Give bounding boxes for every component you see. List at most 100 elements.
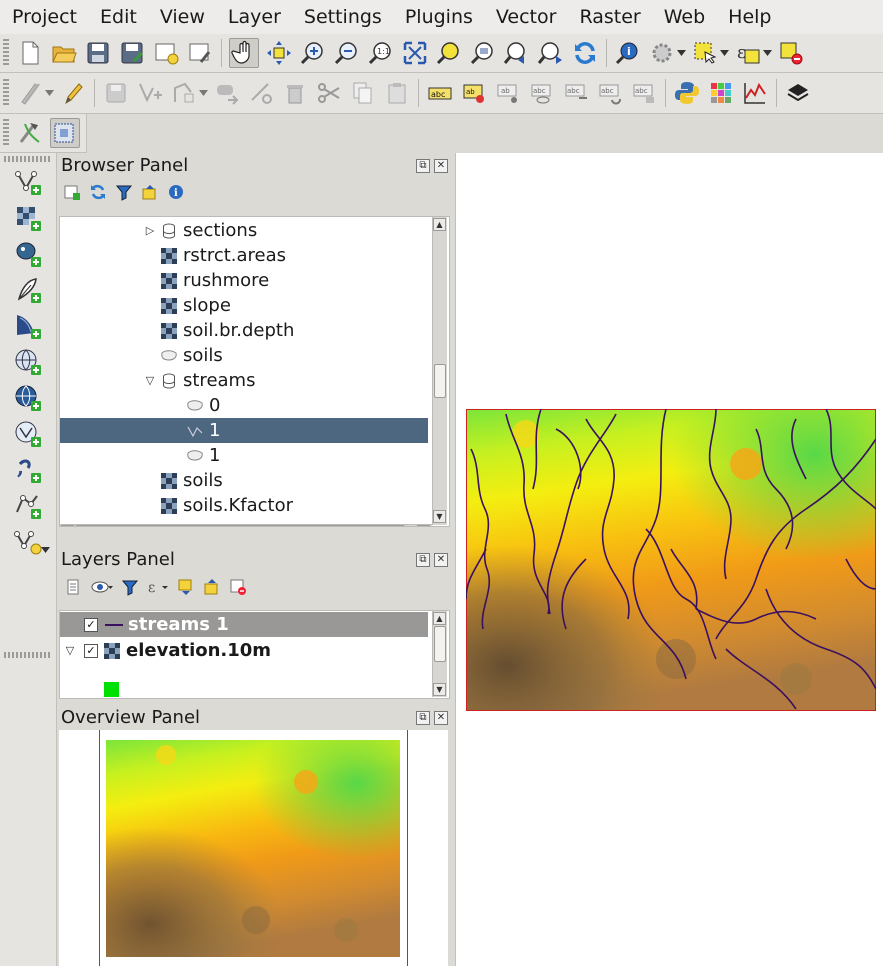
- menu-view[interactable]: View: [148, 0, 216, 34]
- pin-labels-icon[interactable]: ab: [494, 79, 522, 107]
- scroll-up-button[interactable]: ▲: [433, 612, 446, 625]
- node-edit-icon[interactable]: [247, 79, 275, 107]
- browser-item[interactable]: 0: [60, 393, 428, 418]
- move-feature-icon[interactable]: [213, 79, 241, 107]
- browser-item[interactable]: 1: [60, 418, 428, 443]
- run-feature-action-icon[interactable]: [648, 39, 676, 67]
- save-edits-icon[interactable]: [102, 79, 130, 107]
- grass-region-icon[interactable]: [50, 118, 80, 148]
- open-layer-styling-icon[interactable]: [65, 578, 83, 600]
- identify-features-icon[interactable]: i: [614, 39, 642, 67]
- chevron-down-icon[interactable]: [45, 79, 54, 107]
- layer-row-elevation[interactable]: ▽ ✓ elevation.10m: [60, 638, 428, 663]
- expand-all-icon[interactable]: [177, 578, 195, 600]
- vertex-tool-icon[interactable]: [170, 79, 198, 107]
- toggle-editing-icon[interactable]: [59, 79, 87, 107]
- menu-vector[interactable]: Vector: [484, 0, 568, 34]
- browser-item[interactable]: soil.br.depth: [60, 318, 428, 343]
- new-shapefile-layer-icon[interactable]: [11, 525, 45, 559]
- collapse-all-icon[interactable]: [141, 183, 159, 205]
- show-hide-labels-icon[interactable]: abc: [528, 79, 556, 107]
- layout-manager-icon[interactable]: [186, 39, 214, 67]
- zoom-out-icon[interactable]: [333, 39, 361, 67]
- filter-icon[interactable]: [115, 183, 133, 205]
- toolbar-grip[interactable]: [3, 79, 9, 107]
- chevron-down-icon[interactable]: [199, 79, 208, 107]
- pan-to-selection-icon[interactable]: [265, 39, 293, 67]
- scroll-up-button[interactable]: ▲: [433, 218, 446, 231]
- browser-item[interactable]: 1: [60, 443, 428, 468]
- add-wcs-layer-icon[interactable]: [11, 381, 45, 415]
- add-delimited-text-layer-icon[interactable]: ,: [11, 453, 45, 487]
- zoom-next-icon[interactable]: [537, 39, 565, 67]
- overview-map[interactable]: [59, 730, 448, 966]
- toolbar-grip[interactable]: [3, 39, 9, 67]
- filter-legend-icon[interactable]: [121, 578, 139, 600]
- change-label-icon[interactable]: abc: [630, 79, 658, 107]
- browser-item[interactable]: soils.Kfactor: [60, 493, 428, 518]
- browser-item[interactable]: ▽ streams: [60, 368, 428, 393]
- scroll-thumb[interactable]: [75, 525, 405, 526]
- scroll-right-button[interactable]: ▶: [417, 525, 430, 526]
- new-project-icon[interactable]: [16, 39, 44, 67]
- new-print-layout-icon[interactable]: [152, 39, 180, 67]
- zoom-native-resolution-icon[interactable]: 1:1: [367, 39, 395, 67]
- toolbar-grip[interactable]: [4, 156, 52, 162]
- add-spatialite-layer-icon[interactable]: [11, 273, 45, 307]
- scroll-thumb[interactable]: [434, 364, 446, 398]
- float-panel-button[interactable]: ⧉: [416, 159, 430, 173]
- select-features-icon[interactable]: [691, 39, 719, 67]
- delete-selected-icon[interactable]: [281, 79, 309, 107]
- menu-settings[interactable]: Settings: [292, 0, 393, 34]
- zoom-full-icon[interactable]: [401, 39, 429, 67]
- menu-raster[interactable]: Raster: [567, 0, 651, 34]
- layer-visibility-checkbox[interactable]: ✓: [84, 617, 98, 632]
- select-by-expression-icon[interactable]: ε: [734, 39, 762, 67]
- add-postgis-layer-icon[interactable]: [11, 237, 45, 271]
- menu-plugins[interactable]: Plugins: [393, 0, 484, 34]
- scroll-down-button[interactable]: ▼: [433, 510, 446, 523]
- chevron-down-icon[interactable]: [763, 39, 772, 67]
- grass-tools-icon[interactable]: [16, 119, 44, 147]
- deselect-features-icon[interactable]: [777, 39, 805, 67]
- close-panel-button[interactable]: ✕: [434, 553, 448, 567]
- menu-project[interactable]: Project: [0, 0, 88, 34]
- browser-horizontal-scrollbar[interactable]: ◀ ▶: [60, 524, 432, 526]
- manage-map-themes-icon[interactable]: [91, 578, 113, 600]
- add-selected-layers-icon[interactable]: [63, 183, 81, 205]
- diagram-options-icon[interactable]: ab: [460, 79, 488, 107]
- add-line-feature-icon[interactable]: [136, 79, 164, 107]
- browser-item[interactable]: rushmore: [60, 268, 428, 293]
- chevron-right-icon[interactable]: ▷: [144, 224, 156, 237]
- add-wfs-layer-icon[interactable]: [11, 417, 45, 451]
- python-console-icon[interactable]: [673, 79, 701, 107]
- menu-help[interactable]: Help: [716, 0, 782, 34]
- cut-features-icon[interactable]: [315, 79, 343, 107]
- browser-item[interactable]: soils: [60, 468, 428, 493]
- pan-map-icon[interactable]: [229, 38, 259, 68]
- refresh-icon[interactable]: [571, 39, 599, 67]
- float-panel-button[interactable]: ⧉: [416, 711, 430, 725]
- add-vector-layer-icon[interactable]: [11, 165, 45, 199]
- scroll-left-button[interactable]: ◀: [61, 525, 74, 526]
- profile-plot-icon[interactable]: [741, 79, 769, 107]
- zoom-to-selection-icon[interactable]: [435, 39, 463, 67]
- zoom-in-icon[interactable]: [299, 39, 327, 67]
- map-canvas[interactable]: [455, 153, 883, 966]
- layer-row-streams[interactable]: ✓ streams 1: [60, 612, 428, 637]
- close-panel-button[interactable]: ✕: [434, 711, 448, 725]
- layers-vertical-scrollbar[interactable]: ▲ ▼: [432, 611, 447, 697]
- rotate-label-icon[interactable]: abc: [596, 79, 624, 107]
- scroll-down-button[interactable]: ▼: [433, 683, 446, 696]
- current-edits-icon[interactable]: [16, 79, 44, 107]
- move-label-icon[interactable]: abc: [562, 79, 590, 107]
- add-virtual-layer-icon[interactable]: [11, 489, 45, 523]
- scroll-thumb[interactable]: [434, 626, 446, 662]
- save-as-icon[interactable]: [118, 39, 146, 67]
- left-toolbar-bottom-grip[interactable]: [4, 652, 52, 658]
- open-project-icon[interactable]: [50, 39, 78, 67]
- zoom-to-layer-icon[interactable]: [469, 39, 497, 67]
- chevron-down-icon[interactable]: [677, 39, 686, 67]
- browser-item[interactable]: slope: [60, 293, 428, 318]
- browser-vertical-scrollbar[interactable]: ▲ ▼: [432, 217, 447, 525]
